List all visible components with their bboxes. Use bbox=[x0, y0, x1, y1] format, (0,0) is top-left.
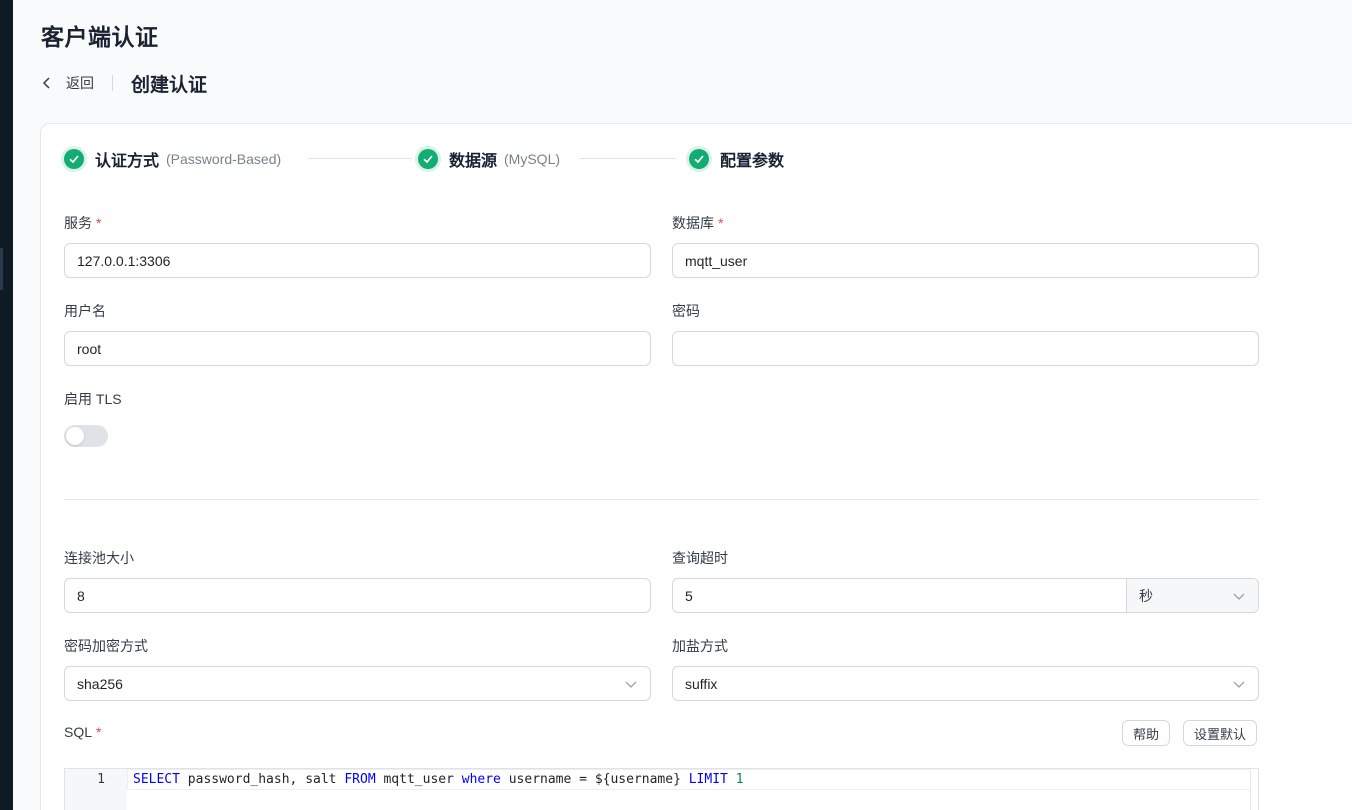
back-button[interactable]: 返回 bbox=[41, 73, 94, 93]
query-timeout-input[interactable]: 5 bbox=[673, 579, 1126, 612]
help-button[interactable]: 帮助 bbox=[1122, 720, 1171, 746]
required-mark: * bbox=[718, 215, 724, 231]
password-label: 密码 bbox=[672, 303, 700, 319]
app-sidebar-edge bbox=[0, 0, 13, 810]
sidebar-collapse-handle[interactable] bbox=[0, 248, 3, 290]
step-name: 数据源 bbox=[449, 153, 498, 170]
server-label: 服务 * bbox=[64, 215, 102, 231]
salt-position-select[interactable]: suffix bbox=[672, 666, 1259, 701]
section-divider bbox=[64, 499, 1259, 500]
timeout-unit-value: 秒 bbox=[1139, 587, 1153, 604]
password-input[interactable] bbox=[672, 331, 1259, 366]
password-hash-select[interactable]: sha256 bbox=[64, 666, 651, 701]
tls-toggle[interactable] bbox=[64, 425, 108, 447]
steps: 认证方式 (Password-Based) 数据源 (MySQL) 配置参数 bbox=[61, 144, 821, 174]
page: 客户端认证 返回 创建认证 认证方式 (Password-Based) 数据源 … bbox=[13, 0, 1352, 810]
server-input[interactable]: 127.0.0.1:3306 bbox=[64, 243, 651, 278]
username-input[interactable]: root bbox=[64, 331, 651, 366]
page-title: 客户端认证 bbox=[41, 24, 159, 50]
editor-scrollbar[interactable] bbox=[1250, 769, 1258, 810]
required-mark: * bbox=[96, 215, 102, 231]
line-number: 1 bbox=[97, 772, 105, 787]
database-label: 数据库 * bbox=[672, 215, 724, 231]
step-name: 认证方式 bbox=[95, 153, 160, 170]
chevron-left-icon bbox=[42, 77, 50, 89]
check-icon bbox=[69, 155, 79, 164]
check-icon bbox=[694, 155, 704, 164]
chevron-down-icon bbox=[1233, 681, 1245, 688]
step-name: 配置参数 bbox=[720, 153, 785, 170]
step-done-marker bbox=[415, 146, 441, 172]
check-icon bbox=[423, 155, 433, 164]
step-done-marker bbox=[61, 146, 87, 172]
salt-position-value: suffix bbox=[685, 675, 718, 692]
query-timeout-label: 查询超时 bbox=[672, 550, 728, 566]
step-auth-method: 认证方式 (Password-Based) bbox=[61, 144, 281, 174]
username-label: 用户名 bbox=[64, 303, 106, 319]
create-auth-card: 认证方式 (Password-Based) 数据源 (MySQL) 配置参数 服… bbox=[40, 123, 1352, 810]
chevron-down-icon bbox=[625, 681, 637, 688]
toggle-knob bbox=[66, 427, 84, 445]
breadcrumb: 返回 创建认证 bbox=[41, 70, 207, 96]
query-timeout-group: 5 秒 bbox=[672, 578, 1259, 613]
sql-editor[interactable]: 1 SELECT password_hash, salt FROM mqtt_u… bbox=[64, 768, 1259, 810]
step-sub: (Password-Based) bbox=[166, 151, 282, 167]
breadcrumb-divider bbox=[112, 75, 113, 91]
sql-code-line[interactable]: SELECT password_hash, salt FROM mqtt_use… bbox=[133, 772, 744, 787]
step-connector bbox=[579, 158, 676, 159]
chevron-down-icon bbox=[1233, 593, 1245, 600]
database-input[interactable]: mqtt_user bbox=[672, 243, 1259, 278]
step-data-source: 数据源 (MySQL) bbox=[415, 144, 560, 174]
sub-title: 创建认证 bbox=[131, 74, 208, 96]
step-done-marker bbox=[686, 146, 712, 172]
password-hash-label: 密码加密方式 bbox=[64, 638, 148, 654]
pool-size-input[interactable]: 8 bbox=[64, 578, 651, 613]
salt-position-label: 加盐方式 bbox=[672, 638, 728, 654]
required-mark: * bbox=[96, 724, 102, 740]
password-hash-value: sha256 bbox=[77, 675, 123, 692]
back-label: 返回 bbox=[66, 75, 94, 91]
step-sub: (MySQL) bbox=[504, 151, 561, 167]
tls-label: 启用 TLS bbox=[64, 391, 122, 407]
sql-label: SQL * bbox=[64, 724, 102, 740]
pool-size-label: 连接池大小 bbox=[64, 550, 134, 566]
step-connector bbox=[308, 158, 412, 159]
set-default-button[interactable]: 设置默认 bbox=[1183, 720, 1258, 746]
step-config: 配置参数 bbox=[686, 144, 784, 174]
timeout-unit-select[interactable]: 秒 bbox=[1126, 579, 1258, 612]
